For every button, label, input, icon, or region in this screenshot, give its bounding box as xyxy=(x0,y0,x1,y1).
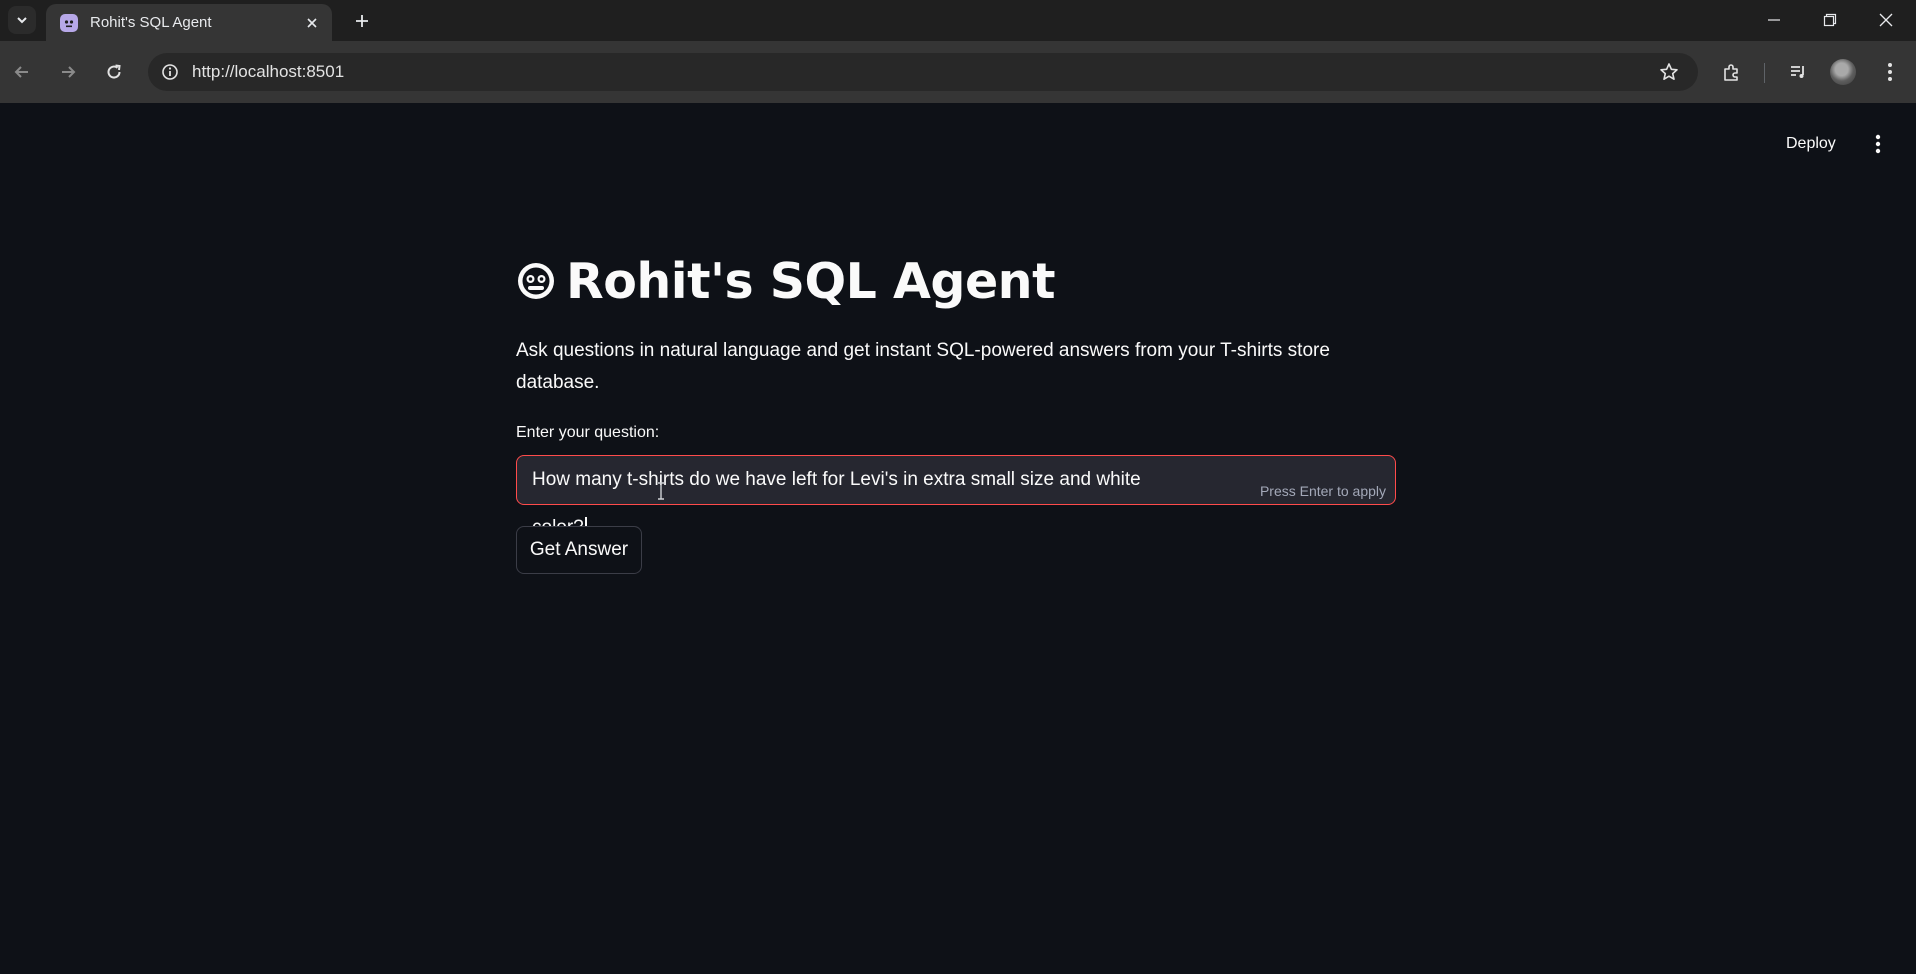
minimize-button[interactable] xyxy=(1746,0,1802,40)
page-title-text: Rohit's SQL Agent xyxy=(566,252,1056,310)
browser-toolbar: http://localhost:8501 xyxy=(0,41,1916,103)
minimize-icon xyxy=(1768,19,1780,21)
input-hint: Press Enter to apply xyxy=(1259,483,1386,499)
close-icon xyxy=(1879,13,1893,27)
robot-face-icon xyxy=(60,13,78,32)
question-label: Enter your question: xyxy=(516,424,660,441)
profile-avatar[interactable] xyxy=(1830,59,1856,85)
tab-title: Rohit's SQL Agent xyxy=(90,14,212,31)
forward-button[interactable] xyxy=(52,56,84,88)
chevron-down-icon xyxy=(17,17,27,24)
browser-titlebar: Rohit's SQL Agent xyxy=(0,0,1916,41)
question-input-container[interactable]: How many t-shirts do we have left for Le… xyxy=(516,455,1396,539)
reload-button[interactable] xyxy=(98,56,130,88)
reload-icon xyxy=(107,64,121,79)
tab-search-button[interactable] xyxy=(8,6,36,34)
extensions-puzzle-icon[interactable] xyxy=(1716,56,1748,88)
plus-icon xyxy=(356,15,368,27)
ibeam-cursor-icon xyxy=(658,482,664,500)
close-window-button[interactable] xyxy=(1858,0,1914,40)
get-answer-button[interactable]: Get Answer xyxy=(516,526,642,574)
tab-close-icon[interactable] xyxy=(300,11,324,35)
deploy-button[interactable]: Deploy xyxy=(1778,128,1844,160)
app-page: Deploy Rohit's SQL Agent Ask questions i… xyxy=(0,103,1916,974)
media-control-icon[interactable] xyxy=(1782,56,1814,88)
page-description: Ask questions in natural language and ge… xyxy=(516,340,1330,393)
app-menu-icon[interactable] xyxy=(1864,127,1892,161)
browser-tab[interactable]: Rohit's SQL Agent xyxy=(46,4,332,41)
forward-arrow-icon xyxy=(62,66,76,78)
restore-button[interactable] xyxy=(1802,0,1858,40)
robot-face-icon xyxy=(518,263,554,299)
page-title: Rohit's SQL Agent xyxy=(516,251,1056,311)
new-tab-button[interactable] xyxy=(348,7,376,35)
bookmark-star-icon[interactable] xyxy=(1656,59,1682,85)
address-bar[interactable]: http://localhost:8501 xyxy=(148,53,1698,91)
url-text: http://localhost:8501 xyxy=(192,62,345,81)
browser-menu-icon[interactable] xyxy=(1874,56,1906,88)
restore-icon xyxy=(1823,13,1837,27)
toolbar-divider xyxy=(1764,63,1765,83)
site-info-icon[interactable] xyxy=(156,58,184,86)
back-button[interactable] xyxy=(6,56,38,88)
back-arrow-icon xyxy=(14,66,28,78)
